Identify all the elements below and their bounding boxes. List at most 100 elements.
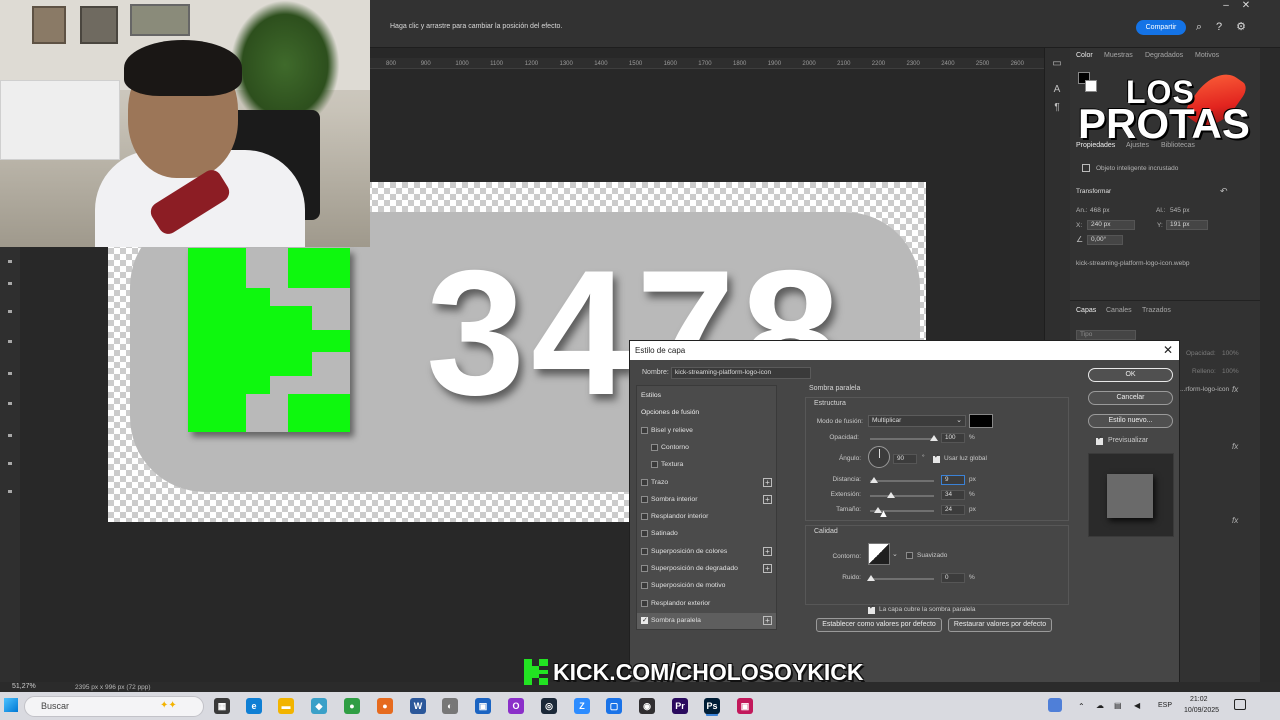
chrome-icon[interactable]: ● [344,698,360,714]
layer-effects-icon[interactable]: fx [1232,385,1238,394]
angle-dial[interactable] [868,446,890,468]
tab-libraries[interactable]: Bibliotecas [1161,142,1195,149]
add-effect-icon[interactable]: + [763,546,772,556]
spread-slider[interactable] [870,495,934,497]
global-light-checkbox[interactable] [933,452,940,463]
style-list-item[interactable]: Resplandor exterior [637,596,776,612]
tool-icon[interactable] [8,260,12,263]
y-input[interactable]: 191 px [1166,220,1208,230]
comment-icon[interactable]: ▭ [1051,58,1063,70]
clock-time[interactable]: 21:02 [1190,696,1208,703]
reset-default-button[interactable]: Restaurar valores por defecto [948,618,1052,632]
app-icon[interactable]: ▢ [606,698,622,714]
layer-filter-input[interactable]: Tipo [1076,330,1136,340]
tab-paths[interactable]: Trazados [1142,307,1171,314]
tool-icon[interactable] [8,310,12,313]
tab-channels[interactable]: Canales [1106,307,1132,314]
reset-transform-icon[interactable]: ↶ [1220,186,1228,197]
style-list-item[interactable]: Textura [637,457,776,473]
tool-icon[interactable] [8,490,12,493]
style-item-checkbox[interactable] [651,461,658,469]
taskbar-search-input[interactable]: Buscar [24,696,204,717]
tab-layers[interactable]: Capas [1076,307,1096,314]
network-icon[interactable]: ▤ [1114,701,1122,710]
noise-slider-knob[interactable] [867,575,875,581]
app-icon[interactable]: O [508,698,524,714]
style-list-item[interactable]: Superposición de degradado + [637,561,776,577]
style-list-item[interactable]: Resplandor interior [637,509,776,525]
style-list-item[interactable]: Bisel y relieve [637,423,776,439]
premiere-icon[interactable]: Pr [672,698,688,714]
style-item-checkbox[interactable] [641,478,648,486]
contour-preview[interactable] [868,543,890,565]
zoom-level[interactable]: 51,27% [12,683,36,690]
add-effect-icon[interactable]: + [763,564,772,573]
cloud-icon[interactable]: ☁ [1096,701,1104,710]
opacity-slider-knob[interactable] [930,435,938,441]
new-style-button[interactable]: Estilo nuevo... [1088,414,1173,428]
opacity-input[interactable]: 100 [941,433,965,443]
clock-date[interactable]: 10/09/2025 [1184,707,1219,714]
add-effect-icon[interactable]: + [763,615,772,625]
character-icon[interactable]: A [1051,84,1063,96]
chevron-down-icon[interactable]: ⌄ [892,550,898,558]
style-item-checkbox[interactable] [641,613,648,629]
add-effect-icon[interactable]: + [763,494,772,504]
spread-slider-knob[interactable] [887,492,895,498]
style-item-checkbox[interactable] [641,582,648,590]
noise-input[interactable]: 0 [941,573,965,583]
panel-scrollbar[interactable] [1260,48,1280,682]
layer-fill-value[interactable]: 100% [1222,368,1239,375]
name-input[interactable]: kick-streaming-platform-logo-icon [671,367,811,379]
distance-input[interactable]: 9 [941,475,965,485]
style-item-checkbox[interactable] [641,426,648,434]
style-list-item[interactable]: Superposición de motivo [637,578,776,594]
add-effect-icon[interactable]: + [763,477,772,487]
tab-gradients[interactable]: Degradados [1145,52,1183,59]
volume-icon[interactable]: ◀ [1134,701,1140,710]
style-list-item[interactable]: Opciones de fusión [637,405,776,421]
notification-icon[interactable] [1234,699,1246,710]
task-view-icon[interactable]: ▦ [214,698,230,714]
shadow-color-swatch[interactable] [969,414,993,428]
edge-icon[interactable]: e [246,698,262,714]
tab-properties[interactable]: Propiedades [1076,142,1115,149]
tool-icon[interactable] [8,340,12,343]
angle-input[interactable]: 90 [893,454,917,464]
tray-app-icon[interactable] [1048,698,1062,712]
tray-chevron-up-icon[interactable]: ⌃ [1078,702,1085,711]
share-button[interactable]: Compartir [1136,20,1186,35]
tab-swatches[interactable]: Muestras [1104,52,1133,59]
tab-color[interactable]: Color [1076,52,1093,59]
minimize-icon[interactable]: – [1216,0,1236,12]
help-icon[interactable]: ? [1212,20,1226,34]
close-icon[interactable]: ✕ [1163,343,1173,357]
style-item-checkbox[interactable] [641,513,648,521]
width-value[interactable]: 468 px [1090,207,1110,214]
app-icon[interactable]: ▣ [475,698,491,714]
file-explorer-icon[interactable]: ▬ [278,698,294,714]
tool-icon[interactable] [8,282,12,285]
app-icon[interactable]: ◐ [442,698,458,714]
style-item-checkbox[interactable] [641,495,648,503]
x-input[interactable]: 240 px [1087,220,1135,230]
height-value[interactable]: 545 px [1170,207,1190,214]
kick-logo-layer[interactable] [188,248,350,432]
tool-icon[interactable] [8,462,12,465]
tool-icon[interactable] [8,372,12,375]
style-list-item[interactable]: Estilos [637,388,776,404]
blend-mode-select[interactable]: Multiplicar ⌄ [868,415,966,427]
tool-icon[interactable] [8,434,12,437]
steam-icon[interactable]: ◎ [541,698,557,714]
distance-slider[interactable] [870,480,934,482]
style-item-checkbox[interactable] [641,547,648,555]
firefox-icon[interactable]: ● [377,698,393,714]
tab-patterns[interactable]: Motivos [1195,52,1219,59]
style-item-checkbox[interactable] [641,565,648,572]
tab-adjustments[interactable]: Ajustes [1126,142,1149,149]
obs-icon[interactable]: ◉ [639,698,655,714]
style-list-item[interactable]: Sombra interior + [637,492,776,508]
cancel-button[interactable]: Cancelar [1088,391,1173,405]
preview-checkbox[interactable] [1096,434,1103,445]
spread-input[interactable]: 34 [941,490,965,500]
